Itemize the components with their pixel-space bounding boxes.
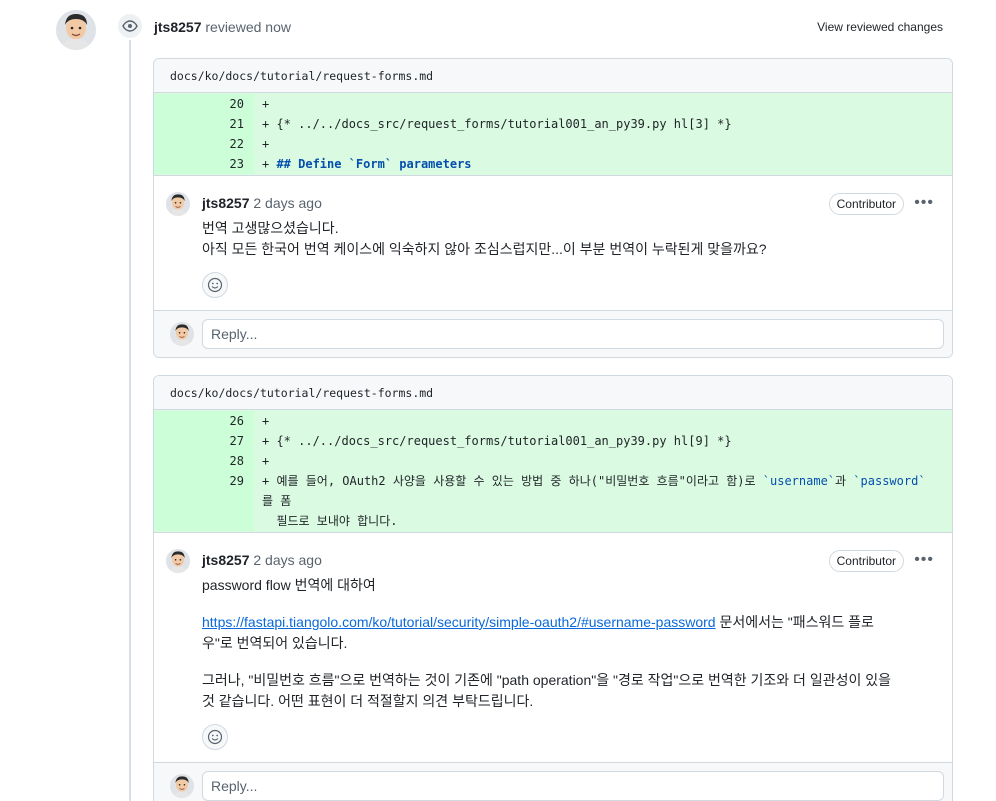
view-reviewed-changes-button[interactable]: View reviewed changes <box>817 20 943 34</box>
diff-line: 29 + 예를 들어, OAuth2 사양을 사용할 수 있는 방법 중 하나("… <box>154 471 952 531</box>
docs-link[interactable]: https://fastapi.tiangolo.com/ko/tutorial… <box>202 614 716 630</box>
review-action: reviewed now <box>205 19 291 35</box>
review-author[interactable]: jts8257 <box>154 19 201 35</box>
comment-paragraph: https://fastapi.tiangolo.com/ko/tutorial… <box>202 612 904 654</box>
comment-line: 아직 모든 한국어 번역 케이스에 익숙하지 않아 조심스럽지만...이 부분 … <box>202 241 767 257</box>
diff-line: 21 + {* ../../docs_src/request_forms/tuto… <box>154 114 952 134</box>
line-number: 28 <box>154 451 254 471</box>
comment-time[interactable]: 2 days ago <box>253 552 322 568</box>
comment-body: password flow 번역에 대하여 https://fastapi.ti… <box>202 575 904 712</box>
line-number: 27 <box>154 431 254 451</box>
smiley-icon <box>207 729 223 745</box>
review-comment: jts8257 2 days ago Contributor ••• 번역 고생… <box>154 176 952 311</box>
comment-header: jts8257 2 days ago <box>202 192 904 214</box>
line-code: + <box>262 414 270 428</box>
line-code: + <box>262 97 270 111</box>
review-thread: docs/ko/docs/tutorial/request-forms.md 2… <box>153 58 953 358</box>
avatar[interactable] <box>56 10 96 50</box>
avatar[interactable] <box>166 549 190 573</box>
diff-hunk: 26 + 27 + {* ../../docs_src/request_forms/… <box>154 410 952 533</box>
line-code: + ## Define `Form` parameters <box>254 154 952 174</box>
comment-author[interactable]: jts8257 <box>202 552 249 568</box>
code-text: 과 <box>835 474 854 488</box>
line-number: 29 <box>154 471 254 531</box>
line-number: 23 <box>154 154 254 174</box>
comment-paragraph: password flow 번역에 대하여 <box>202 577 376 593</box>
reply-input[interactable] <box>202 319 944 349</box>
review-header: jts8257 reviewed now <box>154 19 291 35</box>
comment-line: 번역 고생많으셨습니다. <box>202 220 339 236</box>
diff-line: 27 + {* ../../docs_src/request_forms/tuto… <box>154 431 952 451</box>
line-number: 21 <box>154 114 254 134</box>
reply-row <box>154 311 952 357</box>
add-reaction-button[interactable] <box>202 724 228 750</box>
more-options-icon[interactable]: ••• <box>914 194 934 212</box>
line-code: + <box>262 137 270 151</box>
line-code: + 예를 들어, OAuth2 사양을 사용할 수 있는 방법 중 하나("비밀… <box>254 471 952 531</box>
diff-line: 22 + <box>154 134 952 154</box>
code-text: + 예를 들어, OAuth2 사양을 사용할 수 있는 방법 중 하나("비밀… <box>262 474 763 488</box>
diff-hunk: 20 + 21 + {* ../../docs_src/request_forms/… <box>154 93 952 176</box>
diff-line: 28 + <box>154 451 952 471</box>
smiley-icon <box>207 277 223 293</box>
code-token: `username` <box>762 474 836 488</box>
comment-time[interactable]: 2 days ago <box>253 195 322 211</box>
avatar <box>170 322 194 346</box>
reply-input[interactable] <box>202 771 944 801</box>
eye-icon <box>116 12 144 40</box>
timeline-line <box>129 40 131 801</box>
more-options-icon[interactable]: ••• <box>914 551 934 569</box>
contributor-badge: Contributor <box>828 550 904 572</box>
avatar[interactable] <box>166 192 190 216</box>
comment-body: 번역 고생많으셨습니다. 아직 모든 한국어 번역 케이스에 익숙하지 않아 조… <box>202 218 904 260</box>
heading-token: ## Define `Form` parameters <box>276 157 472 171</box>
comment-paragraph: 그러나, "비밀번호 흐름"으로 번역하는 것이 기존에 "path opera… <box>202 672 891 709</box>
thread-file-path[interactable]: docs/ko/docs/tutorial/request-forms.md <box>154 59 952 93</box>
diff-prefix: + <box>262 157 277 171</box>
line-code: + {* ../../docs_src/request_forms/tutori… <box>262 117 732 131</box>
line-number: 22 <box>154 134 254 154</box>
diff-line: 23 + ## Define `Form` parameters <box>154 154 952 174</box>
comment-author[interactable]: jts8257 <box>202 195 249 211</box>
diff-line: 26 + <box>154 411 952 431</box>
review-comment: jts8257 2 days ago Contributor ••• passw… <box>154 533 952 763</box>
line-number: 26 <box>154 411 254 431</box>
thread-file-path[interactable]: docs/ko/docs/tutorial/request-forms.md <box>154 376 952 410</box>
review-thread: docs/ko/docs/tutorial/request-forms.md 2… <box>153 375 953 801</box>
contributor-badge: Contributor <box>828 193 904 215</box>
line-code: + <box>262 454 270 468</box>
line-number: 20 <box>154 94 254 114</box>
avatar <box>170 774 194 798</box>
code-token: `password` <box>853 474 926 488</box>
code-text: 를 폼 필드로 보내야 합니다. <box>262 494 398 528</box>
line-code: + {* ../../docs_src/request_forms/tutori… <box>262 434 732 448</box>
add-reaction-button[interactable] <box>202 272 228 298</box>
diff-line: 20 + <box>154 94 952 114</box>
comment-header: jts8257 2 days ago <box>202 549 904 571</box>
reply-row <box>154 763 952 801</box>
